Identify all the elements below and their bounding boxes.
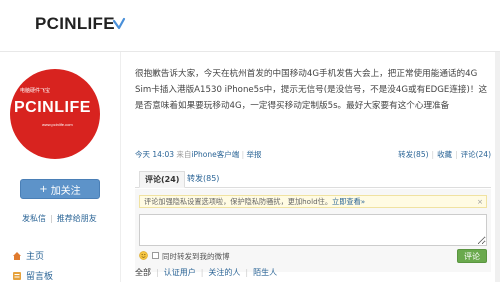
- tab-bar: 评论(24) 转发(85): [135, 170, 491, 188]
- header: PCINLIFE: [0, 0, 500, 52]
- filter-verified[interactable]: 认证用户: [164, 268, 196, 277]
- post-actions: 转发(85) | 收藏 | 评论(24): [398, 149, 491, 160]
- post-time[interactable]: 今天 14:03: [135, 150, 174, 159]
- message-link[interactable]: 发私信: [22, 214, 46, 223]
- comment-submit-button[interactable]: 评论: [457, 249, 487, 263]
- tab-forwards[interactable]: 转发(85): [187, 173, 219, 184]
- sidebar-item-label: 主页: [26, 252, 45, 262]
- sidebar-item-home[interactable]: 主页: [12, 249, 44, 262]
- filter-following[interactable]: 关注的人: [208, 268, 240, 277]
- notice-link[interactable]: 立即查看»: [332, 197, 365, 206]
- scrollbar[interactable]: [495, 52, 500, 282]
- sidebar-item-guestbook[interactable]: 留言板: [12, 269, 53, 282]
- sidebar-item-label: 留言板: [26, 272, 54, 282]
- share-checkbox[interactable]: [152, 252, 159, 259]
- comment-panel: 评论加强隐私设置选项啦，保护隐私防骚扰，更加hold住。立即查看» × 同时转发…: [135, 189, 491, 272]
- comment-input[interactable]: [139, 214, 487, 246]
- divider: |: [156, 268, 159, 277]
- avatar[interactable]: 电脑硬件飞宝 PCINLIFE www.pcinlife.com: [10, 69, 100, 159]
- post-text: 很抱歉告诉大家，今天在杭州首发的中国移动4G手机发售大会上，把正常使用能通话的4…: [135, 69, 488, 111]
- filter-strangers[interactable]: 陌生人: [253, 268, 277, 277]
- account-name[interactable]: PCINLIFE: [35, 14, 115, 34]
- follow-button[interactable]: + 加关注: [20, 179, 100, 199]
- emoji-icon[interactable]: [139, 251, 148, 260]
- close-icon[interactable]: ×: [477, 196, 483, 207]
- favorite-action[interactable]: 收藏: [437, 150, 452, 159]
- notice-text: 评论加强隐私设置选项啦，保护隐私防骚扰，更加hold住。: [144, 197, 333, 206]
- filter-all[interactable]: 全部: [135, 268, 151, 277]
- divider: |: [50, 214, 53, 223]
- plus-icon: +: [39, 183, 48, 195]
- post-source[interactable]: iPhone客户端: [191, 150, 239, 159]
- divider: |: [455, 150, 458, 159]
- verify-check-icon[interactable]: [112, 17, 126, 31]
- divider: |: [241, 150, 245, 159]
- divider: |: [200, 268, 204, 277]
- comment-action[interactable]: 评论(24): [461, 150, 491, 159]
- sidebar: 电脑硬件飞宝 PCINLIFE www.pcinlife.com + 加关注 发…: [0, 52, 120, 282]
- guestbook-icon: [13, 271, 21, 280]
- source-prefix: 来自: [176, 150, 192, 159]
- follow-button-label: 加关注: [50, 185, 81, 197]
- avatar-logo-text: PCINLIFE: [14, 99, 91, 116]
- report-link[interactable]: 举报: [247, 150, 262, 159]
- tab-comments[interactable]: 评论(24): [139, 171, 186, 188]
- forward-action[interactable]: 转发(85): [398, 150, 428, 159]
- main-feed: 很抱歉告诉大家，今天在杭州首发的中国移动4G手机发售大会上，把正常使用能通话的4…: [120, 52, 500, 282]
- home-icon: [13, 251, 21, 260]
- sidebar-links: 发私信 | 推荐给朋友: [22, 213, 97, 224]
- avatar-url-text: www.pcinlife.com: [42, 122, 73, 127]
- recommend-link[interactable]: 推荐给朋友: [57, 214, 97, 223]
- privacy-notice: 评论加强隐私设置选项啦，保护隐私防骚扰，更加hold住。立即查看» ×: [139, 195, 487, 208]
- comment-filters: 全部 | 认证用户 | 关注的人 | 陌生人: [135, 267, 277, 278]
- divider: |: [245, 268, 249, 277]
- post-meta: 今天 14:03 来自iPhone客户端 | 举报 转发(85) | 收藏 | 评论(2…: [135, 149, 491, 160]
- share-checkbox-label: 同时转发到我的微博: [162, 252, 230, 261]
- divider: |: [431, 150, 435, 159]
- avatar-small-text: 电脑硬件飞宝: [20, 88, 51, 94]
